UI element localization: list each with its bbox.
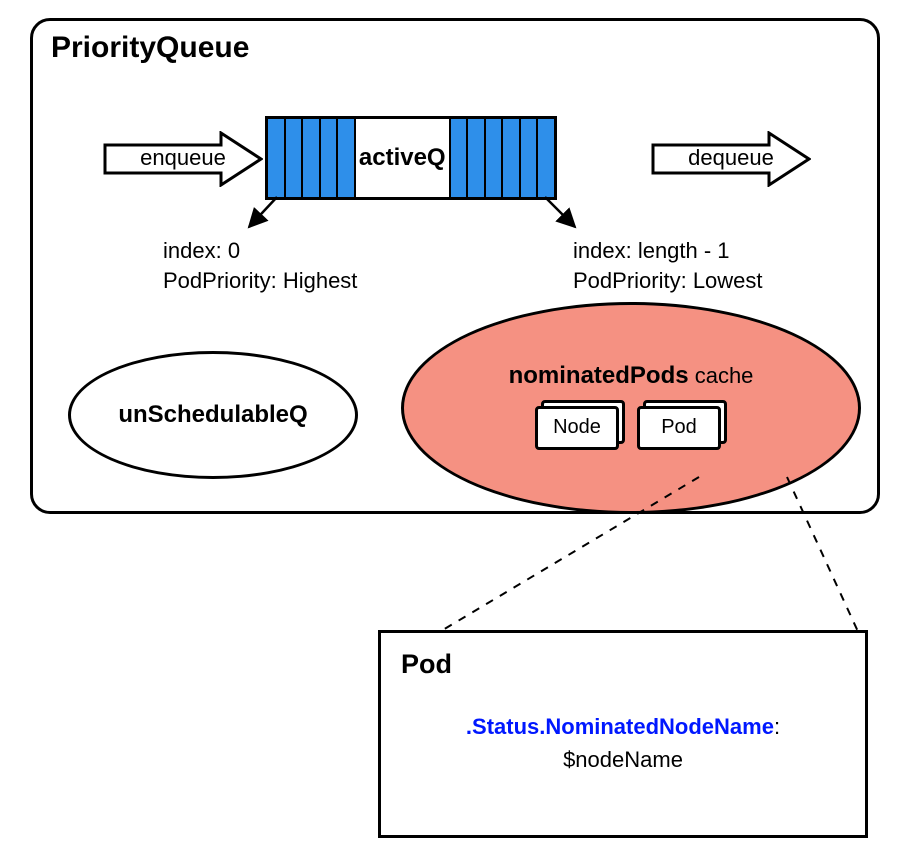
pod-detail-colon: : — [774, 714, 780, 739]
nominatedpods-label-bold: nominatedPods — [509, 362, 689, 389]
activeq-slot — [521, 119, 539, 197]
enqueue-arrow: enqueue — [103, 131, 263, 187]
node-stack: Node — [535, 400, 625, 450]
pod-detail-title: Pod — [401, 649, 865, 680]
activeq-slot — [538, 119, 554, 197]
unschedulableq-ellipse: unSchedulableQ — [68, 351, 358, 479]
left-annot-line1: index: 0 — [163, 236, 357, 266]
activeq-slot — [503, 119, 521, 197]
pod-detail-box: Pod .Status.NominatedNodeName: $nodeName — [378, 630, 868, 838]
unschedulableq-label: unSchedulableQ — [118, 401, 307, 429]
activeq-block: activeQ — [265, 116, 557, 200]
activeq-slot — [286, 119, 304, 197]
node-stack-label: Node — [535, 406, 619, 450]
activeq-slot — [321, 119, 339, 197]
right-annot-line2: PodPriority: Lowest — [573, 266, 763, 296]
pod-stack: Pod — [637, 400, 727, 450]
pod-stack-label: Pod — [637, 406, 721, 450]
enqueue-label: enqueue — [103, 145, 263, 171]
nominatedpods-label-suffix: cache — [689, 363, 754, 388]
dequeue-label: dequeue — [651, 145, 811, 171]
pod-detail-lines: .Status.NominatedNodeName: $nodeName — [381, 710, 865, 776]
priority-queue-container: PriorityQueue enqueue dequeue activeQ in… — [30, 18, 880, 514]
activeq-label: activeQ — [356, 119, 451, 197]
left-annot-line2: PodPriority: Highest — [163, 266, 357, 296]
activeq-slot — [303, 119, 321, 197]
left-annotation: index: 0 PodPriority: Highest — [163, 236, 357, 295]
right-annotation: index: length - 1 PodPriority: Lowest — [573, 236, 763, 295]
activeq-slot — [451, 119, 469, 197]
activeq-slot — [486, 119, 504, 197]
nominatedpods-inner: nominatedPods cache Node Pod — [509, 362, 754, 455]
activeq-slot — [268, 119, 286, 197]
activeq-slot — [338, 119, 356, 197]
nominatedpods-ellipse: nominatedPods cache Node Pod — [401, 302, 861, 514]
dequeue-arrow: dequeue — [651, 131, 811, 187]
priority-queue-title: PriorityQueue — [51, 31, 249, 65]
pod-detail-value: $nodeName — [381, 743, 865, 776]
pod-detail-key: .Status.NominatedNodeName — [466, 714, 774, 739]
activeq-slot — [468, 119, 486, 197]
right-annot-line1: index: length - 1 — [573, 236, 763, 266]
